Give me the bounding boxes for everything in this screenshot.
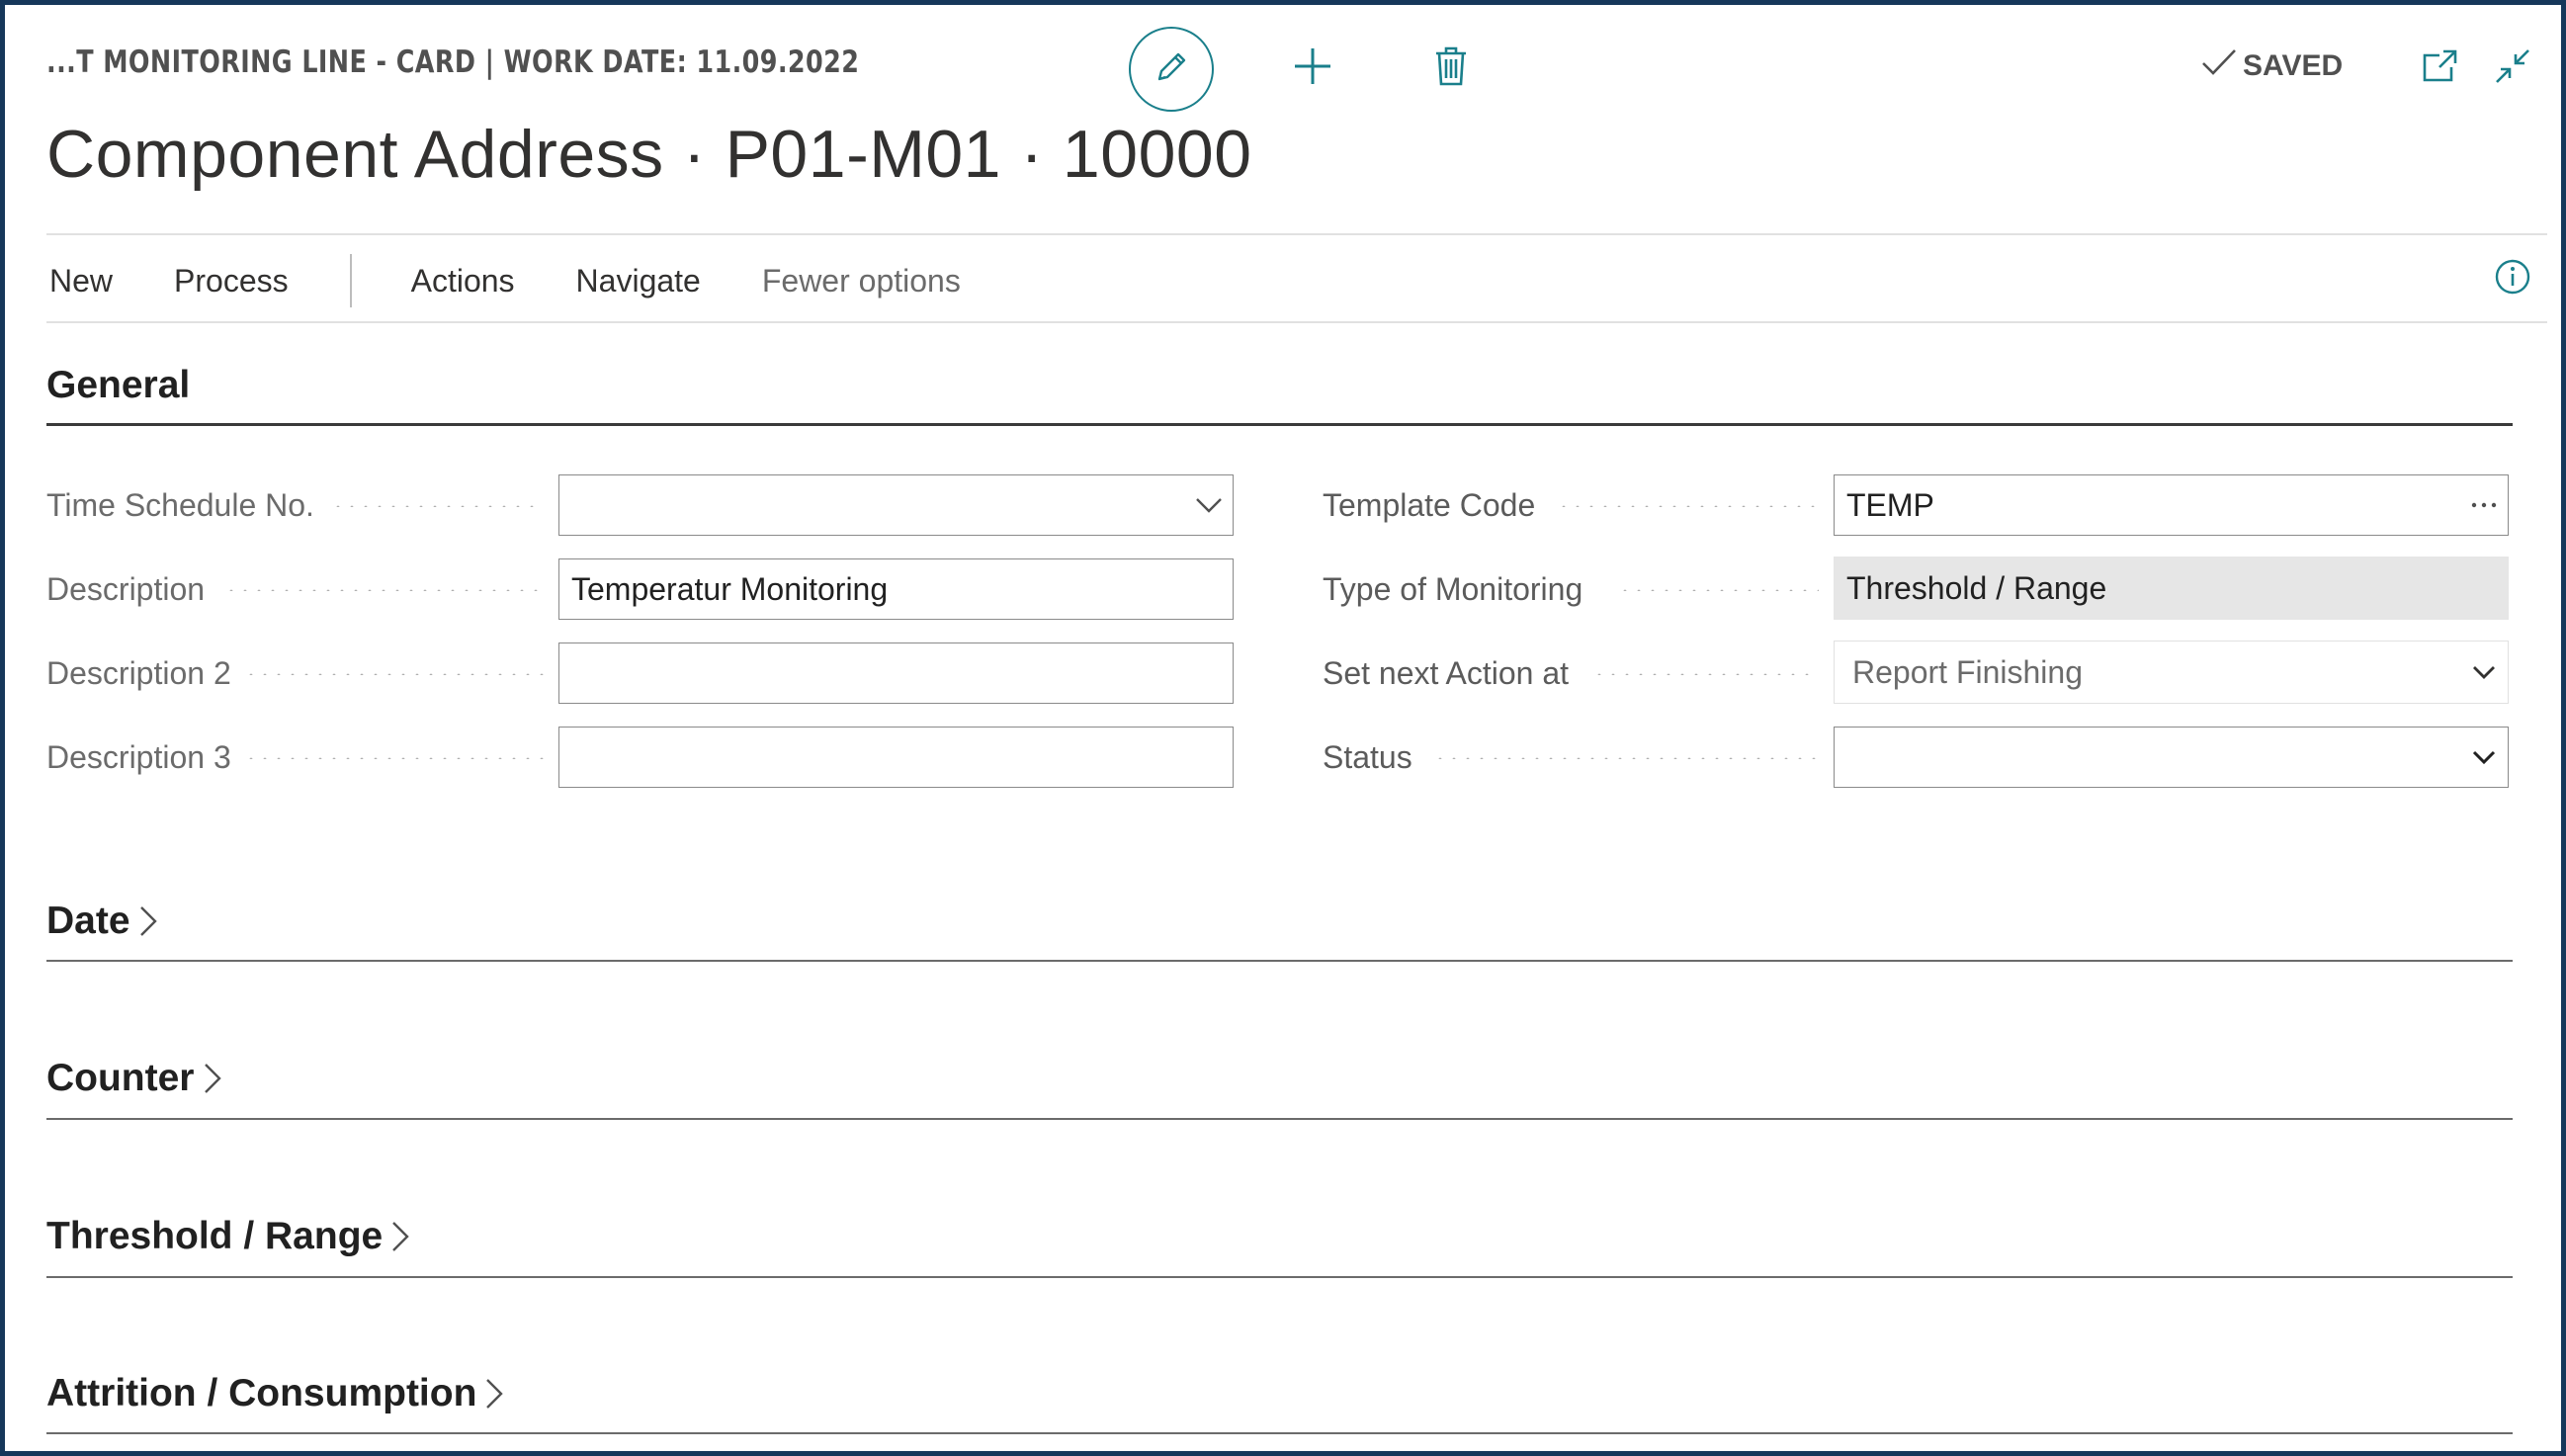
- ellipsis-icon[interactable]: [2460, 501, 2508, 509]
- menu-process[interactable]: Process: [174, 263, 289, 300]
- section-attrition-header[interactable]: Attrition / Consumption: [46, 1372, 504, 1415]
- chevron-down-icon: [1185, 496, 1233, 514]
- status-label: Status: [1323, 738, 1412, 775]
- time-schedule-no-label: Time Schedule No.: [46, 486, 314, 523]
- section-general-title: General: [46, 364, 191, 406]
- status-select[interactable]: [1834, 727, 2509, 788]
- pencil-icon: [1152, 47, 1191, 92]
- section-general-underline: [46, 423, 2513, 426]
- set-next-action-at-value: Report Finishing: [1852, 653, 2083, 690]
- breadcrumb: ...T MONITORING LINE - CARD | WORK DATE:…: [46, 44, 860, 80]
- type-of-monitoring-value: Threshold / Range: [1846, 569, 2107, 606]
- collapse-button[interactable]: [2491, 46, 2534, 90]
- label-leader-dots: [331, 505, 544, 507]
- set-next-action-at-label: Set next Action at: [1323, 654, 1570, 691]
- section-date-title: Date: [46, 899, 130, 942]
- saved-label: SAVED: [2243, 49, 2344, 82]
- section-threshold-title: Threshold / Range: [46, 1215, 384, 1257]
- label-leader-dots: [224, 589, 544, 591]
- trash-icon: [1434, 45, 1468, 92]
- type-of-monitoring-readonly: Threshold / Range: [1834, 557, 2509, 620]
- chevron-down-icon: [2460, 749, 2508, 765]
- description-label: Description: [46, 570, 206, 607]
- menu-actions[interactable]: Actions: [411, 263, 515, 300]
- section-date-underline: [46, 960, 2513, 962]
- open-in-new-window-button[interactable]: [2419, 46, 2462, 90]
- type-of-monitoring-label: Type of Monitoring: [1323, 570, 1583, 607]
- section-general-header[interactable]: General: [46, 364, 190, 407]
- template-code-value: TEMP: [1846, 486, 1934, 523]
- plus-icon: [1292, 45, 1333, 92]
- menu-new[interactable]: New: [49, 263, 113, 300]
- template-code-label: Template Code: [1323, 486, 1536, 523]
- time-schedule-no-select[interactable]: [558, 474, 1234, 536]
- section-counter-underline: [46, 1118, 2513, 1120]
- new-button[interactable]: [1288, 43, 1337, 94]
- open-in-new-window-icon: [2422, 47, 2459, 90]
- checkmark-icon: [2201, 47, 2243, 85]
- description3-input[interactable]: [558, 727, 1234, 788]
- section-threshold-underline: [46, 1276, 2513, 1278]
- section-attrition-underline: [46, 1432, 2513, 1434]
- section-attrition-title: Attrition / Consumption: [46, 1372, 477, 1414]
- chevron-down-icon: [2460, 664, 2508, 680]
- description2-label: Description 2: [46, 654, 231, 691]
- description-input[interactable]: Temperatur Monitoring: [558, 558, 1234, 620]
- menu-navigate[interactable]: Navigate: [576, 263, 701, 300]
- info-button[interactable]: [2494, 258, 2531, 300]
- description2-input[interactable]: [558, 642, 1234, 704]
- label-leader-dots: [1618, 589, 1819, 591]
- label-leader-dots: [1557, 505, 1819, 507]
- menu-separator: [349, 254, 352, 307]
- card-page-frame: ...T MONITORING LINE - CARD | WORK DATE:…: [0, 0, 2566, 1456]
- saved-status: SAVED: [2201, 44, 2343, 88]
- label-leader-dots: [244, 757, 544, 759]
- action-bar: New Process Actions Navigate Fewer optio…: [49, 248, 1022, 313]
- chevron-right-icon: [203, 1062, 222, 1095]
- edit-button[interactable]: [1129, 27, 1214, 112]
- template-code-input[interactable]: TEMP: [1834, 474, 2509, 536]
- delete-button[interactable]: [1426, 43, 1476, 94]
- chevron-right-icon: [138, 904, 158, 938]
- header-divider: [46, 233, 2547, 235]
- description3-label: Description 3: [46, 738, 231, 775]
- label-leader-dots: [1592, 673, 1819, 675]
- page-title: Component Address · P01-M01 · 10000: [46, 117, 1252, 192]
- menu-fewer-options[interactable]: Fewer options: [762, 263, 961, 300]
- label-leader-dots: [244, 673, 544, 675]
- chevron-right-icon: [484, 1377, 504, 1411]
- label-leader-dots: [1433, 757, 1819, 759]
- set-next-action-at-select: Report Finishing: [1834, 641, 2509, 704]
- chevron-right-icon: [390, 1220, 410, 1253]
- description-value: Temperatur Monitoring: [571, 570, 889, 607]
- action-bar-divider: [46, 321, 2547, 323]
- section-counter-title: Counter: [46, 1057, 195, 1099]
- section-counter-header[interactable]: Counter: [46, 1057, 222, 1100]
- section-date-header[interactable]: Date: [46, 899, 158, 943]
- info-icon: [2494, 258, 2531, 300]
- collapse-icon: [2494, 47, 2531, 90]
- section-threshold-header[interactable]: Threshold / Range: [46, 1215, 410, 1258]
